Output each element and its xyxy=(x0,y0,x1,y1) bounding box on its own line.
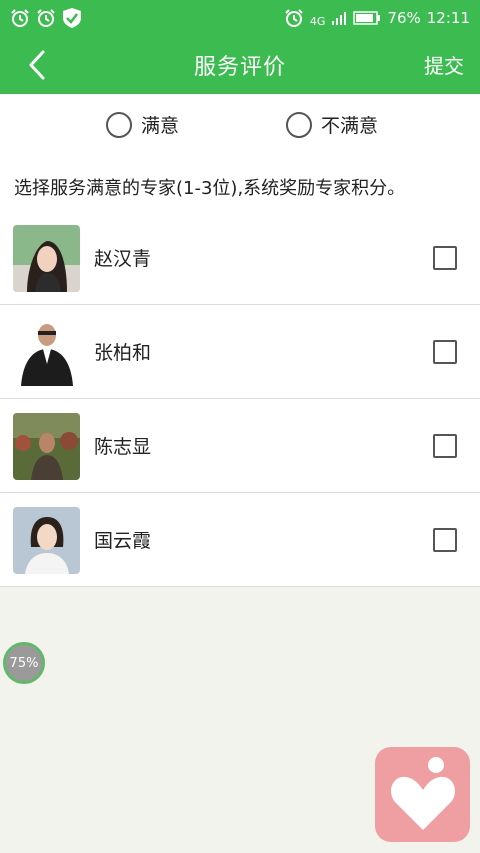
app-header: 服务评价 提交 xyxy=(0,36,480,94)
status-right-icons: 4G 76% 12:11 xyxy=(284,8,470,28)
expert-checkbox[interactable] xyxy=(433,527,457,552)
radio-circle[interactable] xyxy=(106,111,132,138)
heart-person-icon xyxy=(390,756,455,830)
list-item[interactable]: 赵汉青 xyxy=(0,211,480,305)
radio-satisfied[interactable]: 满意 xyxy=(106,111,179,138)
radio-label: 满意 xyxy=(141,115,180,137)
chevron-left-icon xyxy=(29,50,45,80)
main-content: 满意 不满意 选择服务满意的专家(1-3位),系统奖励专家积分。 赵汉青 张柏和… xyxy=(0,94,480,587)
avatar xyxy=(13,413,80,480)
clock: 12:11 xyxy=(426,8,470,27)
list-item[interactable]: 张柏和 xyxy=(0,305,480,399)
avatar xyxy=(13,319,80,386)
alarm-icon xyxy=(285,9,303,27)
submit-button[interactable]: 提交 xyxy=(424,50,464,79)
instruction-text: 选择服务满意的专家(1-3位),系统奖励专家积分。 xyxy=(14,178,406,199)
list-item[interactable]: 陈志显 xyxy=(0,399,480,493)
progress-badge[interactable]: 75% xyxy=(3,642,45,684)
page-title: 服务评价 xyxy=(193,55,286,80)
expert-checkbox[interactable] xyxy=(433,433,457,458)
status-bar: 4G 76% 12:11 xyxy=(0,0,480,36)
avatar xyxy=(13,225,80,292)
rating-radio-group: 满意 不满意 xyxy=(0,94,480,156)
radio-label: 不满意 xyxy=(321,115,379,137)
radio-unsatisfied[interactable]: 不满意 xyxy=(286,111,378,138)
list-item[interactable]: 国云霞 xyxy=(0,493,480,587)
avatar xyxy=(13,507,80,574)
alarm-icon xyxy=(37,9,55,27)
expert-name: 国云霞 xyxy=(94,530,152,552)
alarm-icon xyxy=(11,9,29,27)
expert-list: 赵汉青 张柏和 陈志显 国云霞 xyxy=(0,211,480,587)
battery-percent: 76% xyxy=(387,8,421,27)
network-type: 4G xyxy=(309,14,326,28)
radio-circle[interactable] xyxy=(286,111,312,138)
floating-app-button[interactable] xyxy=(375,747,470,842)
signal-icon xyxy=(332,12,347,25)
expert-checkbox[interactable] xyxy=(433,245,457,270)
expert-name: 张柏和 xyxy=(94,342,152,364)
shield-check-icon xyxy=(63,8,81,28)
back-button[interactable] xyxy=(20,48,54,82)
expert-name: 赵汉青 xyxy=(94,248,152,270)
battery-icon xyxy=(353,11,381,25)
expert-name: 陈志显 xyxy=(94,436,152,458)
status-left-icons xyxy=(10,7,82,29)
expert-checkbox[interactable] xyxy=(433,339,457,364)
